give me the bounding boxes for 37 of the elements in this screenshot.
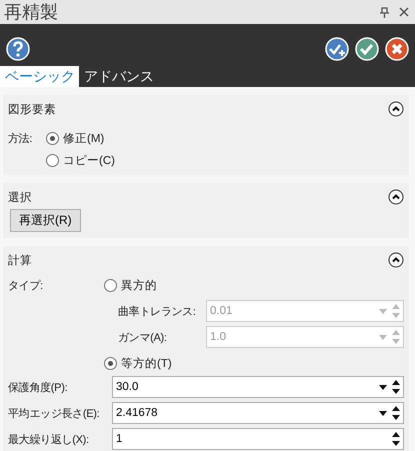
help-icon[interactable] [6,37,30,61]
spin-arrows-icon[interactable] [392,380,400,394]
collapse-icon[interactable] [388,252,404,268]
number-input[interactable]: 1 [116,433,392,445]
radio-option[interactable]: 修正(M) [46,130,104,146]
check-plus-icon[interactable] [325,37,349,61]
number-input[interactable]: 30.0 [116,381,379,393]
field-label: 曲率トレランス: [118,304,197,318]
type-label: タイプ: [8,278,44,292]
section-title: 選択 [8,190,32,204]
radio-option[interactable]: コピー(C) [46,152,115,168]
window-title: 再精製 [4,1,59,24]
spin-box[interactable]: 1 [112,428,404,450]
spin-box[interactable]: 2.41678 [112,402,404,424]
spin-arrows-icon[interactable] [392,406,400,420]
radio-option[interactable]: 異方的 [104,278,157,292]
field-label: 最大繰り返し(X): [8,432,90,446]
dropdown-arrow-icon[interactable] [379,410,387,416]
field-label: 保護角度(P): [8,380,68,394]
reselect-button[interactable]: 再選択(R) [10,209,81,232]
section-title: 計算 [8,253,32,268]
section-title: 図形要素 [8,102,56,116]
field-label: 平均エッジ長さ(E): [8,406,100,420]
dropdown-arrow-icon[interactable] [379,384,387,390]
tab[interactable]: ベーシック [0,66,79,87]
spin-box[interactable]: 30.0 [112,376,404,398]
tab[interactable]: アドバンス [79,66,158,87]
collapse-icon[interactable] [388,101,404,117]
pin-icon[interactable] [380,6,389,18]
field-label: ガンマ(A): [118,330,168,344]
method-label: 方法: [8,132,34,146]
spin-arrows-icon[interactable] [392,432,400,446]
collapse-icon[interactable] [388,189,404,205]
radio-option[interactable]: 等方的(T) [104,356,172,370]
check-icon[interactable] [355,37,379,61]
close-icon[interactable] [399,7,409,17]
number-input[interactable]: 2.41678 [116,407,379,419]
